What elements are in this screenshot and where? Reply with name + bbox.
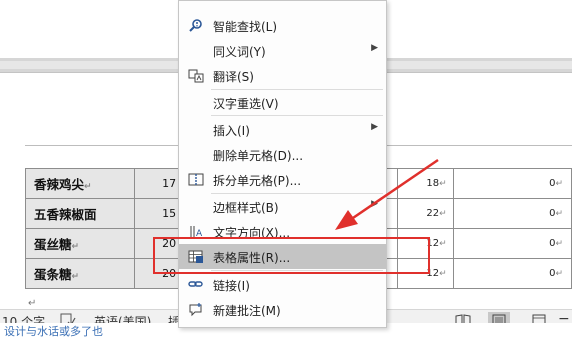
annotation-arrow-icon	[335, 158, 439, 230]
